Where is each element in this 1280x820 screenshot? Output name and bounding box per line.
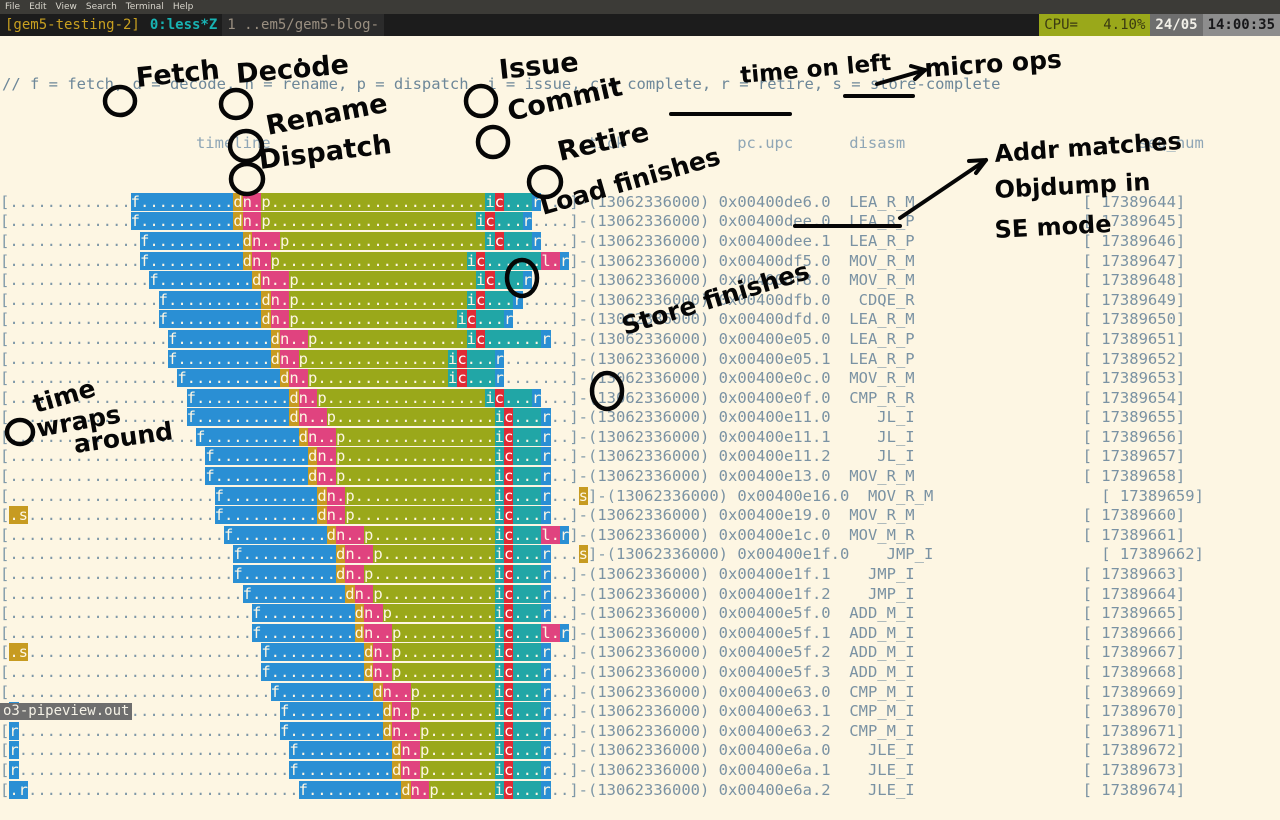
pipeview-row: [...................f..........dn..p....…	[0, 408, 1186, 427]
pipeview-row: [.....................f..........dn.p...…	[0, 447, 1186, 466]
pipeview-row: [r............................f.........…	[0, 721, 1186, 740]
pipeview-row: [.............f..........dn.p...........…	[0, 212, 1186, 231]
pipeview-row: [.r.............................f.......…	[0, 780, 1186, 799]
pipeview-row: [....................f..........dn..p...…	[0, 427, 1186, 446]
pipeview-row: [.................f..........dn..p......…	[0, 329, 1186, 348]
tmux-spacer	[384, 14, 1040, 36]
less-filename-bar: o3-pipeview.out	[0, 703, 133, 720]
pipeview-row: [r............................f.........…	[0, 702, 1280, 722]
pipeview-row: [.s....................f..........dn.p..…	[0, 506, 1186, 525]
tmux-cpu-indicator: CPU= 4.10%	[1039, 14, 1151, 36]
pipeview-row: [.......................f..........dn..p…	[0, 525, 1186, 544]
pipeview-row: [r.............................f........…	[0, 741, 1186, 760]
pipeview-row: [..........................f..........dn…	[0, 623, 1186, 642]
pipeview-row: [...................f..........dn.p.....…	[0, 388, 1186, 407]
menu-bar: File Edit View Search Terminal Help	[0, 0, 1280, 14]
menu-item-terminal[interactable]: Terminal	[126, 0, 164, 14]
pipeview-row: [.........................f..........dn.…	[0, 584, 1186, 603]
column-header-row: timeline tick pc.upc disasm seq_num	[0, 133, 1204, 152]
menu-item-search[interactable]: Search	[86, 0, 117, 14]
tmux-status-bar: [gem5-testing-2] 0:less*Z 1 ..em5/gem5-b…	[0, 14, 1280, 36]
pipeview-row: [................f..........dn.p........…	[0, 310, 1186, 329]
pipeview-row: [.................f..........dn.p.......…	[0, 349, 1186, 368]
pipeview-row: [........................f..........dn.p…	[0, 565, 1186, 584]
pipeview-row: [...............f..........dn..p........…	[0, 271, 1186, 290]
tmux-window-other[interactable]: 1 ..em5/gem5-blog-	[222, 14, 385, 36]
terminal-content: // f = fetch, d = decode, n = rename, p …	[0, 36, 1280, 799]
tmux-clock: 14:00:35	[1202, 14, 1280, 36]
pipeview-legend-line: // f = fetch, d = decode, n = rename, p …	[2, 75, 1001, 94]
pipeview-row: [.....................f..........dn.p...…	[0, 467, 1186, 486]
pipeview-row: [..............f..........dn.p..........…	[0, 251, 1186, 270]
menu-item-help[interactable]: Help	[173, 0, 194, 14]
pipeview-row: [..................f..........dn.p......…	[0, 369, 1186, 388]
pipeview-row: [......................f..........dn.p..…	[0, 486, 1204, 505]
menu-item-view[interactable]: View	[56, 0, 77, 14]
tmux-date: 24/05	[1150, 14, 1203, 36]
pipeview-row: [...........................f..........d…	[0, 663, 1186, 681]
pipeview-row: [........................f..........dn..…	[0, 545, 1204, 564]
pipeview-row: [............................f..........…	[0, 682, 1186, 701]
pipeview-row: [..........................f..........dn…	[0, 604, 1186, 623]
pipeview-row: [r.............................f........…	[0, 760, 1186, 779]
pipeview-rows: [.............f..........dn.p...........…	[0, 192, 1280, 800]
pipeview-row: [..............f..........dn..p.........…	[0, 231, 1186, 250]
menu-item-edit[interactable]: Edit	[29, 0, 46, 14]
pipeview-row: [................f..........dn.p........…	[0, 290, 1186, 309]
tmux-window-active[interactable]: 0:less*Z	[144, 14, 223, 36]
pipeview-row: [.............f..........dn.p...........…	[0, 192, 1186, 211]
menu-item-file[interactable]: File	[5, 0, 20, 14]
tmux-session-name: [gem5-testing-2]	[5, 17, 140, 33]
pipeview-row: [.s.........................f..........d…	[0, 643, 1186, 662]
